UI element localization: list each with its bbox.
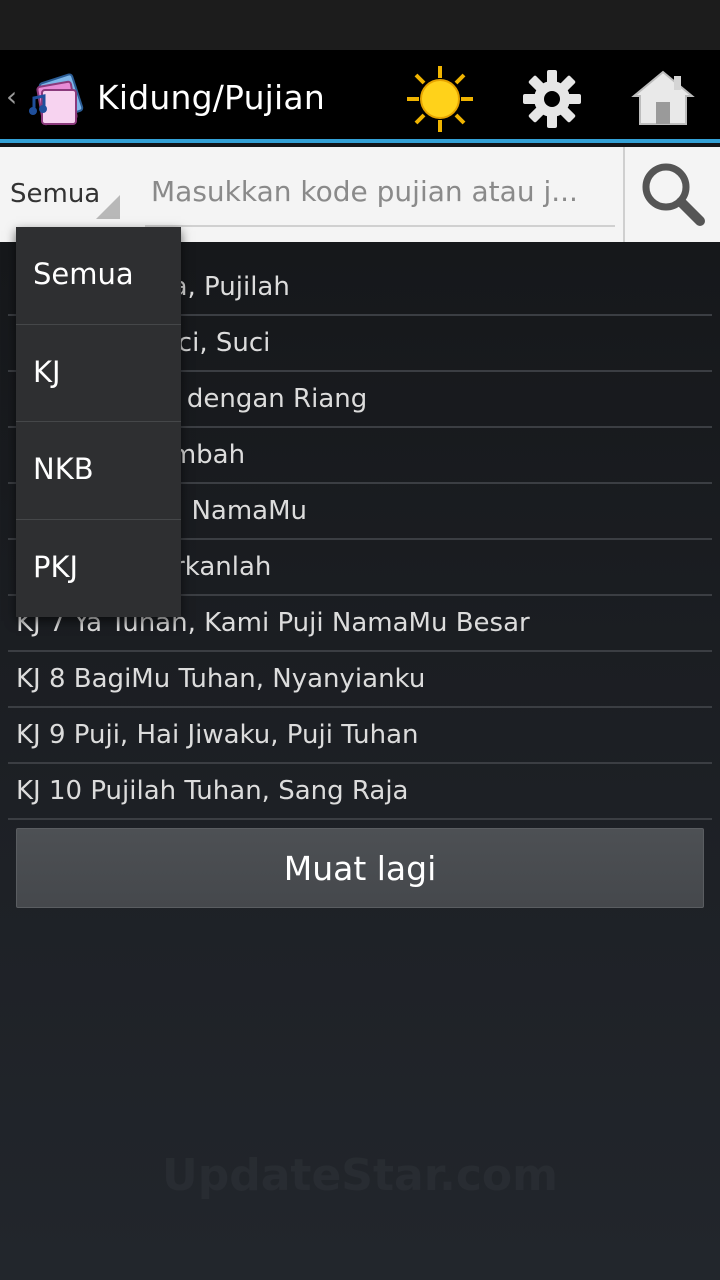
app-title: Kidung/Pujian [97, 78, 325, 117]
up-caret-icon[interactable]: ‹ [6, 80, 17, 113]
filter-dropdown: Semua KJ NKB PKJ [16, 227, 181, 617]
action-bar: ‹ Kidung/Pujian [0, 50, 720, 143]
dropdown-option-semua[interactable]: Semua [16, 227, 181, 325]
list-item[interactable]: KJ 8 BagiMu Tuhan, Nyanyianku [8, 652, 712, 708]
gear-icon[interactable] [517, 64, 587, 134]
spinner-caret-icon [96, 195, 120, 219]
dropdown-option-nkb[interactable]: NKB [16, 422, 181, 520]
search-icon[interactable] [626, 147, 720, 242]
search-divider [623, 147, 625, 242]
list-item[interactable]: KJ 10 Pujilah Tuhan, Sang Raja [8, 764, 712, 820]
search-input[interactable] [145, 157, 615, 227]
status-bar [0, 0, 720, 50]
list-item[interactable]: KJ 9 Puji, Hai Jiwaku, Puji Tuhan [8, 708, 712, 764]
reload-button[interactable]: Muat lagi [16, 828, 704, 908]
filter-selected-label: Semua [10, 179, 101, 209]
app-book-icon[interactable] [28, 70, 90, 128]
home-icon[interactable] [628, 64, 698, 134]
sun-icon[interactable] [405, 64, 475, 134]
dropdown-option-kj[interactable]: KJ [16, 325, 181, 422]
watermark: UpdateStar.com [0, 1150, 720, 1201]
dropdown-option-pkj[interactable]: PKJ [16, 520, 181, 618]
